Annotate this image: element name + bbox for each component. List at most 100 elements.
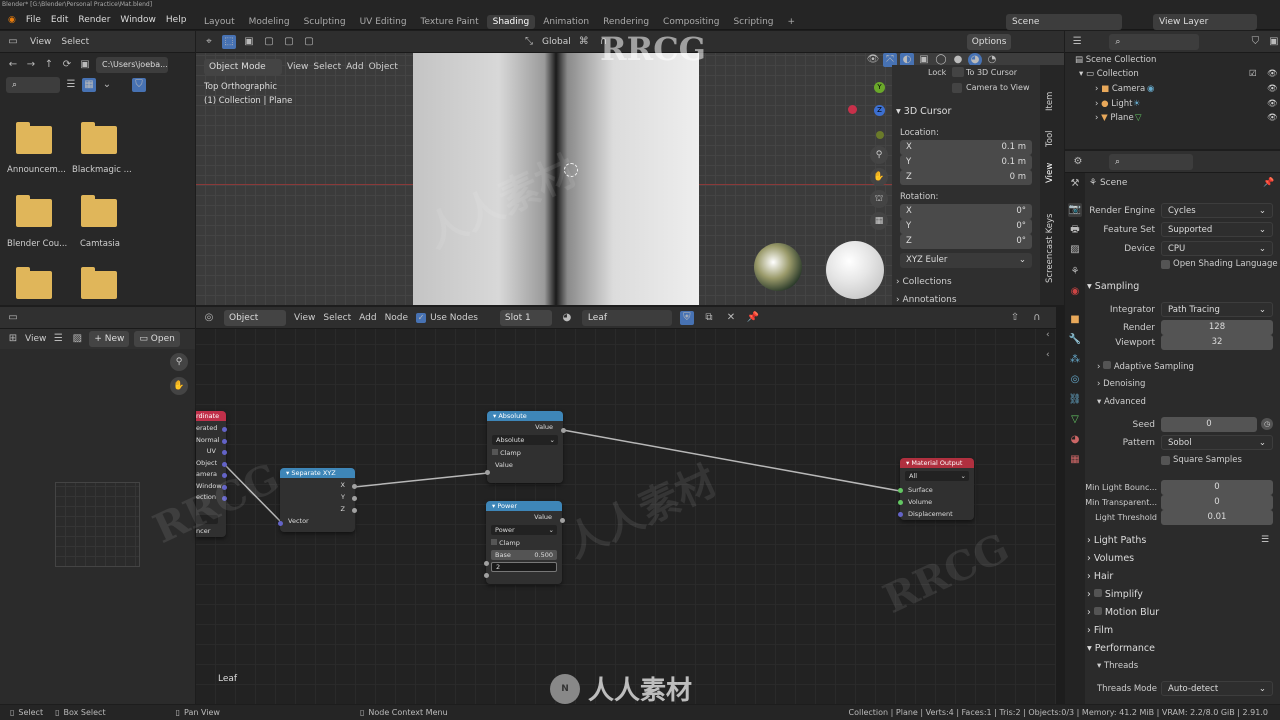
folder-item[interactable]	[81, 195, 117, 227]
denoising-panel[interactable]: › Denoising	[1097, 379, 1145, 389]
world-tab-icon[interactable]: ◉	[1068, 285, 1082, 299]
node-material-output[interactable]: ▾ Material Output All ⌄ Surface Volume Di…	[900, 458, 974, 520]
folder-item[interactable]	[16, 122, 52, 154]
lock-checkbox[interactable]	[952, 67, 964, 77]
sort-icon[interactable]: ⌄	[100, 78, 114, 92]
thumbnail-view-icon[interactable]: ▦	[82, 78, 96, 92]
path-field[interactable]: C:\Users\joeba...	[96, 57, 168, 73]
tab-modeling[interactable]: Modeling	[243, 15, 296, 29]
list-view-icon[interactable]: ☰	[64, 78, 78, 92]
sidebar-tab-tool[interactable]: Tool	[1045, 113, 1055, 147]
eye-icon[interactable]: 👁	[1267, 84, 1278, 94]
folder-item[interactable]	[16, 267, 52, 299]
fb-view-menu[interactable]: View	[30, 37, 51, 47]
editor-type-icon[interactable]: ▭	[6, 311, 20, 325]
node-absolute[interactable]: ▾ Absolute Value Absolute ⌄ Clamp Value	[487, 411, 563, 483]
menu-edit[interactable]: Edit	[51, 15, 68, 25]
socket-dot[interactable]	[352, 484, 357, 489]
feature-set-dropdown[interactable]: Supported ⌄	[1161, 222, 1273, 237]
sidebar-tab-view[interactable]: View	[1045, 149, 1055, 183]
axis-gizmo-x-neg[interactable]	[848, 105, 857, 114]
folder-item[interactable]	[16, 195, 52, 227]
viewport-menu-view[interactable]: View	[287, 62, 308, 72]
3d-cursor-icon[interactable]	[564, 163, 578, 177]
object-picker[interactable]	[196, 515, 218, 524]
socket-dot[interactable]	[278, 521, 283, 526]
square-samples-checkbox[interactable]	[1161, 456, 1170, 465]
clamp-checkbox[interactable]	[492, 449, 498, 455]
select-tool-icon[interactable]: ⬚	[222, 34, 236, 49]
select-mode-icon[interactable]: ▣	[242, 35, 256, 49]
blender-logo-icon[interactable]: ◉	[8, 15, 16, 25]
visibility-icon[interactable]: 👁	[866, 53, 880, 67]
select-mode-icon[interactable]: ▢	[262, 35, 276, 49]
menu-file[interactable]: File	[26, 15, 41, 25]
axis-gizmo-y-neg[interactable]	[876, 131, 884, 139]
socket-dot[interactable]	[222, 439, 227, 444]
scene-collection-row[interactable]: ▤ Scene Collection	[1075, 55, 1156, 65]
folder-item[interactable]	[81, 267, 117, 299]
magnet-icon[interactable]: ∩	[597, 35, 611, 49]
cursor-panel-title[interactable]: ▾ 3D Cursor	[896, 106, 951, 117]
view-layer-tab-icon[interactable]: ▨	[1068, 243, 1082, 257]
editor-type-icon[interactable]: ⌖	[202, 35, 216, 49]
rotation-mode-dropdown[interactable]: XYZ Euler ⌄	[900, 253, 1032, 268]
osl-checkbox[interactable]	[1161, 260, 1170, 269]
select-mode-icon[interactable]: ▢	[282, 35, 296, 49]
outliner-row-plane[interactable]: › ▼ Plane ▽ 👁	[1095, 113, 1279, 123]
seed-animate-icon[interactable]: ◷	[1261, 418, 1273, 430]
tab-rendering[interactable]: Rendering	[597, 15, 655, 29]
exponent-field-editing[interactable]: 2	[491, 562, 557, 572]
socket-dot[interactable]	[222, 427, 227, 432]
socket-dot[interactable]	[898, 512, 903, 517]
open-image-button[interactable]: ▭ Open	[134, 331, 180, 347]
cursor-z-field[interactable]: Z 0 m	[900, 170, 1032, 185]
menu-render[interactable]: Render	[78, 15, 110, 25]
sidebar-tab-screencast-keys[interactable]: Screencast Keys	[1045, 183, 1055, 283]
socket-dot[interactable]	[222, 485, 227, 490]
clamp-row[interactable]: Clamp	[486, 537, 562, 549]
editor-type-icon[interactable]: ▭	[6, 35, 20, 49]
new-image-button[interactable]: + New	[89, 331, 130, 347]
scene-tab-icon[interactable]: ⚘	[1068, 265, 1082, 279]
shader-editor[interactable]: ◎ Object View Select Add Node ✓ Use Node…	[196, 307, 1056, 704]
axis-gizmo-y[interactable]: Y	[874, 82, 885, 93]
view-layer-selector[interactable]: View Layer	[1153, 14, 1257, 30]
tab-animation[interactable]: Animation	[537, 15, 595, 29]
node-separate-xyz[interactable]: ▾ Separate XYZ X Y Z Vector	[280, 468, 355, 532]
transform-orientation[interactable]: Global	[542, 37, 571, 47]
pan-hand-icon[interactable]: ✋	[170, 377, 188, 395]
eye-icon[interactable]: 👁	[1267, 69, 1278, 79]
physics-tab-icon[interactable]: ◎	[1068, 373, 1082, 387]
tab-texture-paint[interactable]: Texture Paint	[415, 15, 485, 29]
menu-window[interactable]: Window	[120, 15, 156, 25]
viewport-canvas[interactable]: Y Z X	[196, 53, 908, 305]
new-collection-icon[interactable]: ▣	[1268, 35, 1280, 49]
exclude-checkbox[interactable]: ☑	[1249, 69, 1257, 79]
outliner-row-camera[interactable]: › ■ Camera ◉ 👁	[1095, 84, 1279, 94]
advanced-panel[interactable]: ▾ Advanced	[1097, 397, 1146, 407]
tab-layout[interactable]: Layout	[198, 15, 241, 29]
constraints-tab-icon[interactable]: ⛓	[1068, 393, 1082, 407]
outliner-search[interactable]: ⌕	[1109, 33, 1200, 50]
render-samples-field[interactable]: 128	[1161, 320, 1273, 335]
motion-blur-panel[interactable]: › Motion Blur	[1087, 607, 1159, 618]
chevron-left-icon[interactable]: ‹	[1046, 350, 1062, 360]
uv-editor-icon[interactable]: ⊞	[6, 332, 20, 346]
simplify-checkbox[interactable]	[1093, 589, 1102, 597]
socket-dot[interactable]	[484, 573, 489, 578]
device-dropdown[interactable]: CPU ⌄	[1161, 241, 1273, 256]
socket-dot[interactable]	[222, 462, 227, 467]
render-engine-dropdown[interactable]: Cycles ⌄	[1161, 203, 1273, 218]
viewport-samples-field[interactable]: 32	[1161, 335, 1273, 350]
texture-tab-icon[interactable]: ▦	[1068, 453, 1082, 467]
base-field[interactable]: Base 0.500	[491, 550, 557, 560]
socket-dot[interactable]	[222, 496, 227, 501]
socket-dot[interactable]	[352, 496, 357, 501]
pattern-dropdown[interactable]: Sobol ⌄	[1161, 435, 1273, 450]
socket-dot[interactable]	[484, 561, 489, 566]
collections-panel[interactable]: › Collections	[896, 277, 952, 287]
editor-type-icon[interactable]: ☰	[1071, 35, 1083, 49]
sidebar-tab-item[interactable]: Item	[1045, 71, 1055, 111]
refresh-icon[interactable]: ⟳	[60, 58, 74, 72]
